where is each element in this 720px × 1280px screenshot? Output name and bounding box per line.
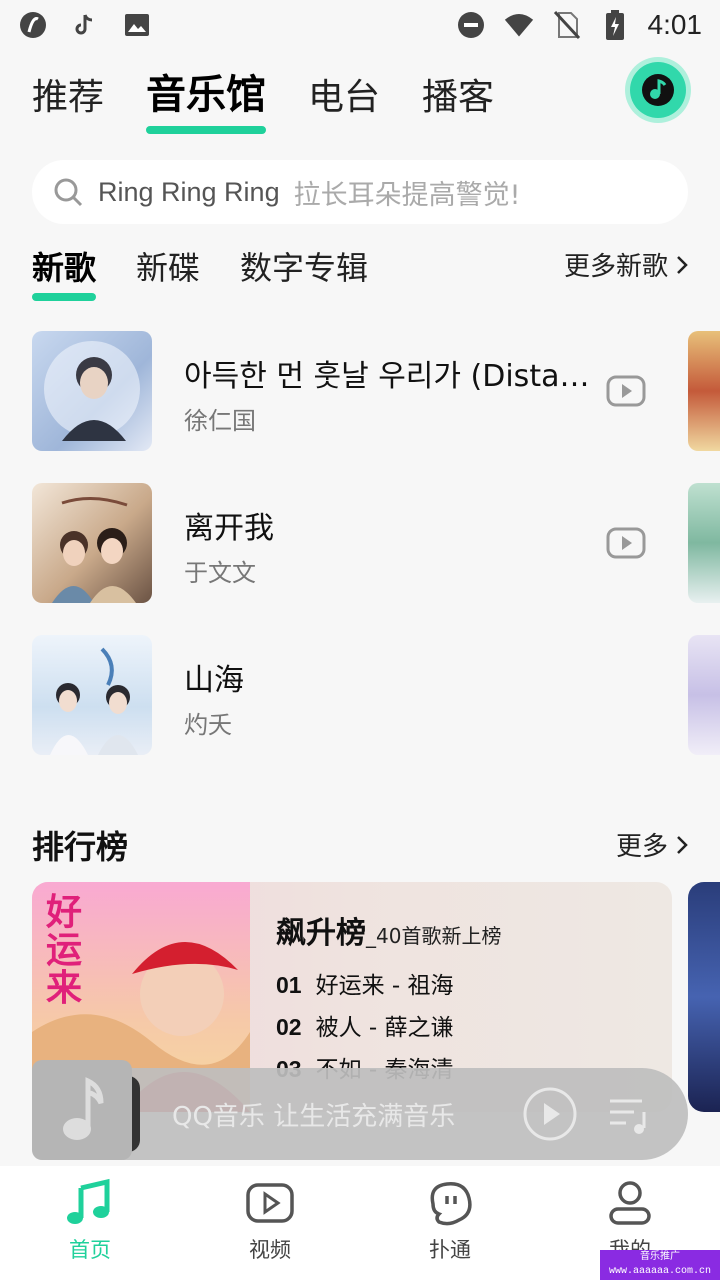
- wifi-icon: [504, 10, 534, 40]
- tab-new-albums[interactable]: 新碟: [136, 243, 200, 301]
- play-video-icon[interactable]: [606, 371, 646, 411]
- battery-charging-icon: [600, 10, 630, 40]
- play-video-icon[interactable]: [606, 523, 646, 563]
- song-item[interactable]: 아득한 먼 훗날 우리가 (Distant Future) 徐仁国: [32, 331, 720, 451]
- music-note-icon: [642, 74, 674, 106]
- nav-video[interactable]: 视频: [180, 1166, 360, 1280]
- song-artist: 灼夭: [184, 711, 232, 739]
- ranking-subtitle: _40首歌新上榜: [366, 924, 502, 948]
- more-ranking-link[interactable]: 更多: [616, 826, 690, 863]
- tab-digital-albums[interactable]: 数字专辑: [240, 243, 368, 301]
- tab-music-hall[interactable]: 音乐馆: [146, 62, 267, 134]
- next-ranking-card[interactable]: [688, 882, 720, 1112]
- song-item[interactable]: 山海 灼夭: [32, 635, 720, 755]
- nav-home[interactable]: 首页: [0, 1166, 180, 1280]
- nav-putong-label: 扑通: [429, 1238, 471, 1262]
- ranking-name: 飙升榜_40首歌新上榜: [276, 908, 501, 952]
- ranking-section-title: 排行榜: [32, 828, 129, 866]
- next-column-cover[interactable]: [688, 331, 720, 451]
- watermark: 音乐推广 www.aaaaaa.com.cn: [600, 1250, 720, 1280]
- watermark-line-2: www.aaaaaa.com.cn: [608, 1266, 712, 1277]
- mini-player-cover: [32, 1060, 132, 1160]
- no-sim-icon: [552, 10, 582, 40]
- ranking-name-text: 飙升榜: [276, 916, 366, 951]
- tiktok-icon: [70, 10, 100, 40]
- ranking-song: 被人 - 薛之谦: [315, 1015, 454, 1041]
- ranking-row[interactable]: 01 好运来 - 祖海: [276, 966, 454, 1000]
- watermark-line-1: 音乐推广: [640, 1252, 680, 1263]
- user-icon: [609, 1181, 651, 1225]
- search-bar[interactable]: Ring Ring Ring 拉长耳朵提高警觉!: [32, 160, 688, 224]
- play-button[interactable]: [522, 1086, 578, 1142]
- music-note-icon: [67, 1178, 110, 1224]
- ranking-number: 01: [276, 972, 302, 998]
- ranking-cover-line-3: 来: [46, 968, 82, 1009]
- song-cover: [32, 635, 152, 755]
- music-player-button[interactable]: [630, 62, 686, 118]
- clock: 4:01: [647, 9, 703, 40]
- search-keyword: Ring Ring Ring: [98, 176, 280, 207]
- image-icon: [122, 10, 152, 40]
- song-artist: 于文文: [184, 559, 256, 587]
- nav-video-label: 视频: [249, 1238, 291, 1262]
- more-new-songs-label: 更多新歌: [564, 252, 669, 282]
- new-music-tabs: 新歌 新碟 数字专辑: [32, 243, 368, 301]
- playlist-icon[interactable]: [606, 1092, 652, 1138]
- bubble-face-icon: [430, 1182, 472, 1226]
- search-hint: 拉长耳朵提高警觉!: [293, 179, 521, 211]
- song-title: 离开我: [184, 511, 274, 546]
- song-artist: 徐仁国: [184, 407, 256, 435]
- ranking-song: 好运来 - 祖海: [315, 973, 454, 999]
- ranking-number: 02: [276, 1014, 302, 1040]
- tab-recommend[interactable]: 推荐: [32, 68, 104, 134]
- status-bar: 4:01: [0, 0, 720, 50]
- ranking-cover-line-2: 运: [46, 930, 82, 971]
- next-column-cover[interactable]: [688, 483, 720, 603]
- song-title: 아득한 먼 훗날 우리가 (Distant Future): [184, 359, 598, 394]
- more-ranking-label: 更多: [616, 832, 669, 862]
- song-cover: [32, 331, 152, 451]
- nav-home-label: 首页: [69, 1238, 111, 1262]
- chevron-right-icon: [677, 835, 688, 854]
- tab-radio[interactable]: 电台: [308, 68, 380, 134]
- more-new-songs-link[interactable]: 更多新歌: [564, 246, 690, 283]
- app-icon: [18, 10, 48, 40]
- mini-player-text: QQ音乐 让生活充满音乐: [172, 1102, 456, 1132]
- ranking-row[interactable]: 02 被人 - 薛之谦: [276, 1008, 454, 1042]
- top-tabs: 推荐 音乐馆 电台 播客: [32, 62, 494, 134]
- song-title: 山海: [184, 663, 244, 698]
- tab-podcast[interactable]: 播客: [422, 68, 494, 134]
- song-item[interactable]: 离开我 于文文: [32, 483, 720, 603]
- search-icon: [54, 178, 83, 207]
- ranking-cover-line-1: 好: [45, 892, 82, 933]
- song-cover: [32, 483, 152, 603]
- mini-player[interactable]: QQ音乐 让生活充满音乐: [32, 1060, 688, 1160]
- video-icon: [246, 1183, 294, 1223]
- nav-putong[interactable]: 扑通: [360, 1166, 540, 1280]
- dnd-icon: [456, 10, 486, 40]
- tab-new-songs[interactable]: 新歌: [32, 243, 97, 301]
- next-column-cover[interactable]: [688, 635, 720, 755]
- music-note-icon: [63, 1077, 104, 1140]
- chevron-right-icon: [677, 255, 688, 274]
